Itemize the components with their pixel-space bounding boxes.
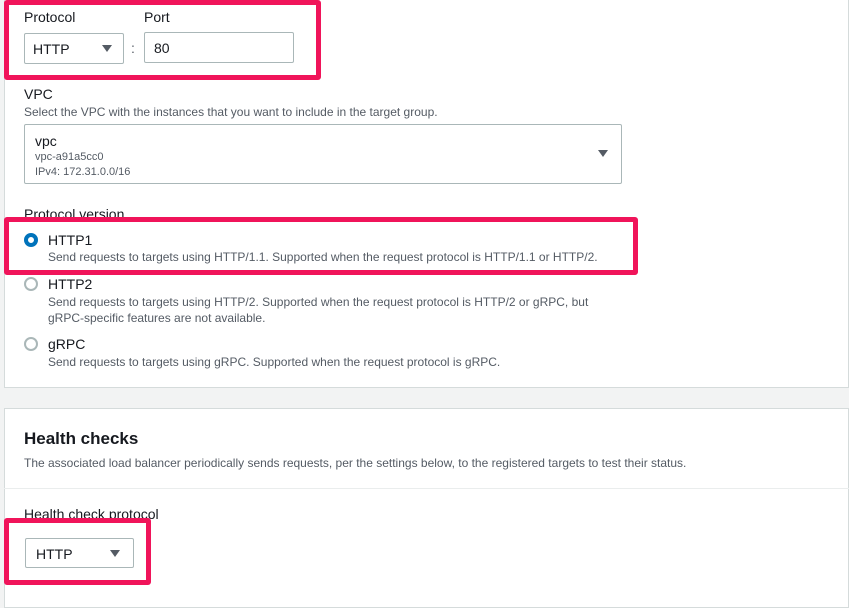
- vpc-label: VPC: [24, 86, 53, 102]
- radio-http2[interactable]: [24, 277, 38, 291]
- radio-http2-label[interactable]: HTTP2: [48, 276, 92, 292]
- radio-http2-description: Send requests to targets using HTTP/2. S…: [48, 295, 589, 309]
- vpc-name: vpc: [35, 133, 57, 149]
- highlight-box-protocol-port: [4, 0, 321, 80]
- radio-grpc-description: Send requests to targets using gRPC. Sup…: [48, 355, 501, 369]
- highlight-box-health-check-protocol: [4, 518, 151, 585]
- radio-http2-description-cont: gRPC-specific features are not available…: [48, 311, 266, 325]
- health-checks-description: The associated load balancer periodicall…: [24, 456, 687, 470]
- vpc-description: Select the VPC with the instances that y…: [24, 105, 438, 119]
- radio-grpc-label[interactable]: gRPC: [48, 336, 85, 352]
- radio-grpc[interactable]: [24, 337, 38, 351]
- vpc-select[interactable]: vpc vpc-a91a5cc0 IPv4: 172.31.0.0/16: [24, 124, 622, 184]
- divider: [4, 488, 849, 489]
- vpc-cidr: IPv4: 172.31.0.0/16: [35, 166, 131, 178]
- caret-down-icon: [598, 150, 608, 157]
- health-checks-title: Health checks: [24, 429, 139, 448]
- highlight-box-http1: [4, 217, 638, 275]
- vpc-id: vpc-a91a5cc0: [35, 151, 104, 163]
